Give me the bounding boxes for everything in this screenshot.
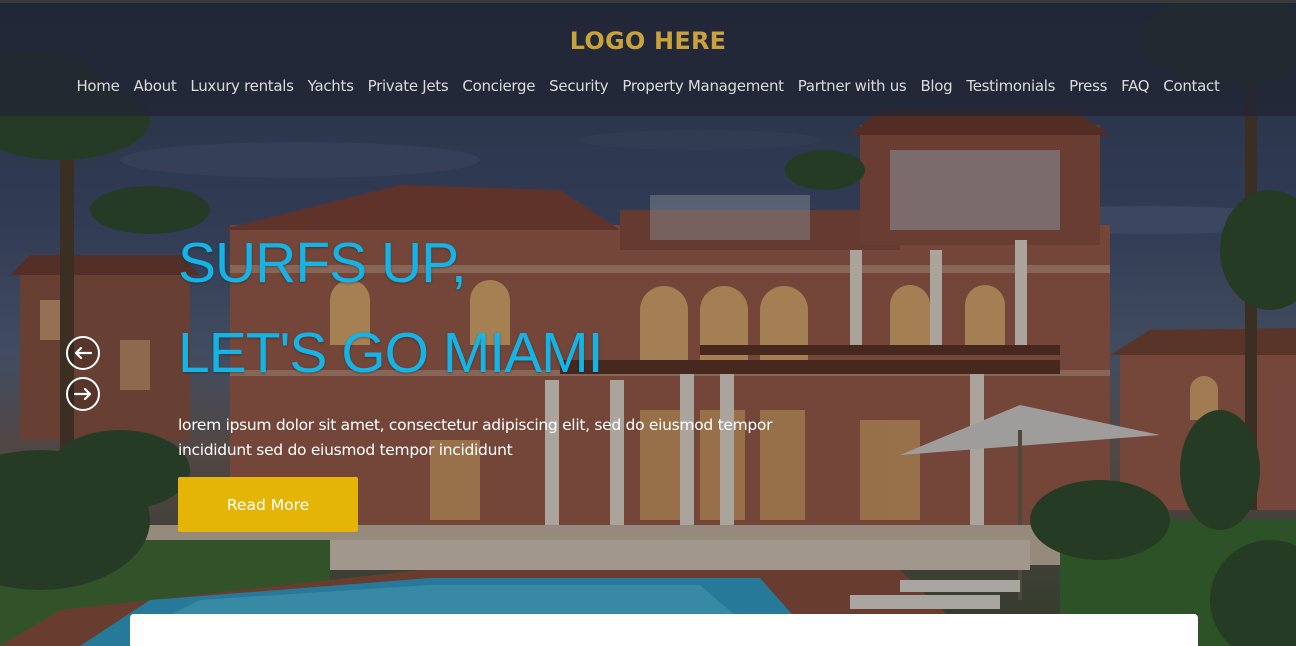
nav-partner-with-us[interactable]: Partner with us — [791, 77, 914, 95]
nav-press[interactable]: Press — [1062, 77, 1114, 95]
read-more-button[interactable]: Read More — [178, 477, 358, 532]
logo[interactable]: LOGO HERE — [0, 27, 1296, 55]
nav-luxury-rentals[interactable]: Luxury rentals — [183, 77, 300, 95]
slider-prev-button[interactable] — [66, 336, 100, 370]
nav-security[interactable]: Security — [542, 77, 615, 95]
arrow-left-icon — [74, 347, 92, 359]
arrow-right-icon — [74, 388, 92, 400]
nav-concierge[interactable]: Concierge — [455, 77, 542, 95]
nav-testimonials[interactable]: Testimonials — [959, 77, 1062, 95]
content-card — [130, 614, 1198, 646]
nav-contact[interactable]: Contact — [1156, 77, 1226, 95]
slider-next-button[interactable] — [66, 377, 100, 411]
nav-about[interactable]: About — [127, 77, 184, 95]
site-header: LOGO HERE Home About Luxury rentals Yach… — [0, 0, 1296, 116]
main-nav: Home About Luxury rentals Yachts Private… — [0, 77, 1296, 95]
nav-private-jets[interactable]: Private Jets — [361, 77, 456, 95]
nav-home[interactable]: Home — [69, 77, 126, 95]
hero-headline-line1: SURFS UP, — [178, 231, 467, 295]
nav-blog[interactable]: Blog — [913, 77, 959, 95]
nav-faq[interactable]: FAQ — [1114, 77, 1156, 95]
hero-headline-line2: LET'S GO MIAMI — [178, 321, 603, 385]
nav-property-management[interactable]: Property Management — [615, 77, 790, 95]
hero-description: lorem ipsum dolor sit amet, consectetur … — [178, 416, 773, 459]
nav-yachts[interactable]: Yachts — [301, 77, 361, 95]
